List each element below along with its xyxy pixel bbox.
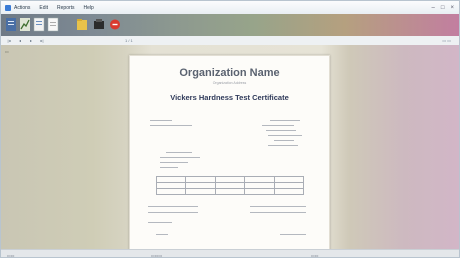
app-icon (5, 4, 11, 11)
field-line (250, 206, 306, 207)
window-controls: – □ × (432, 5, 454, 11)
field-line (250, 212, 306, 213)
open-file-icon[interactable] (33, 17, 45, 32)
field-line (270, 120, 300, 121)
field-line (160, 157, 200, 158)
field-line (268, 135, 302, 136)
status-bar: ▭▭ ▭▭▭ ▭▭ (1, 249, 459, 258)
field-line (150, 125, 192, 126)
table-cell (214, 188, 246, 195)
menu-item-help[interactable]: Help (84, 5, 94, 11)
table-cell (185, 188, 216, 195)
field-line (166, 152, 192, 153)
minimize-icon[interactable]: – (432, 5, 435, 11)
next-page-icon[interactable]: ▸ (28, 38, 34, 43)
maximize-icon[interactable]: □ (441, 5, 445, 11)
menu-bar: Actions Edit Reports Help – □ × (1, 1, 459, 15)
new-document-icon[interactable] (5, 17, 17, 32)
table-row (155, 188, 305, 195)
organization-address: Organization Address (212, 81, 247, 85)
document-icon[interactable] (47, 17, 59, 32)
first-page-icon[interactable]: |◂ (6, 38, 12, 43)
side-panel-tab[interactable]: ▭ (5, 49, 9, 54)
status-segment: ▭▭ (311, 253, 319, 258)
field-line (160, 162, 188, 163)
table-cell (155, 188, 187, 195)
signature-line (156, 234, 168, 235)
table-cell (273, 188, 305, 195)
folder-icon[interactable] (76, 17, 88, 32)
field-line (148, 222, 172, 223)
organization-name: Organization Name (179, 67, 280, 79)
field-line (268, 145, 298, 146)
field-line (274, 140, 294, 141)
status-segment: ▭▭ (7, 253, 15, 258)
last-page-icon[interactable]: ▸| (39, 38, 45, 43)
field-line (262, 125, 294, 126)
menu-item-reports[interactable]: Reports (57, 5, 75, 11)
table-cell (244, 188, 275, 195)
chart-icon[interactable] (19, 17, 31, 32)
field-line (148, 206, 198, 207)
certificate-page: Organization Name Organization Address V… (129, 55, 330, 251)
certificate-title: Vickers Hardness Test Certificate (170, 93, 289, 102)
field-line (148, 212, 198, 213)
menu-item-actions[interactable]: Actions (14, 5, 30, 11)
field-line (160, 167, 178, 168)
close-icon[interactable]: × (450, 5, 454, 11)
zoom-control[interactable]: ▭ ▭ (442, 38, 451, 43)
field-line (266, 130, 296, 131)
signature-line (280, 234, 306, 235)
page-indicator: 1 / 1 (125, 38, 133, 43)
application-window: Actions Edit Reports Help – □ × |◂ ◂ ▸ ▸… (0, 0, 460, 258)
previous-page-icon[interactable]: ◂ (17, 38, 23, 43)
field-line (150, 120, 172, 121)
status-segment: ▭▭▭ (151, 253, 163, 258)
results-table (155, 176, 305, 195)
stop-icon[interactable] (109, 17, 121, 32)
toolbar (1, 14, 459, 37)
menu-item-edit[interactable]: Edit (39, 5, 48, 11)
printer-icon[interactable] (93, 17, 105, 32)
